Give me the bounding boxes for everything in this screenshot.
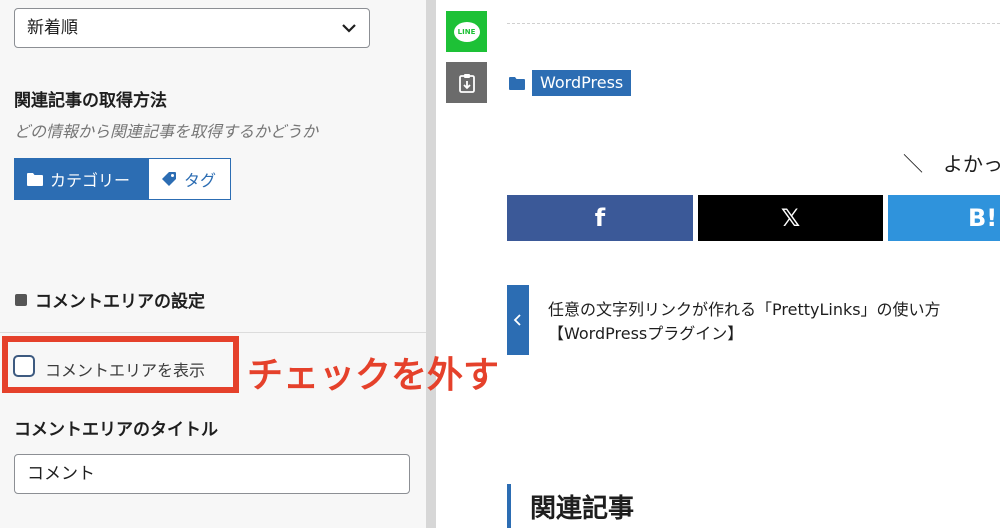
comment-settings-header[interactable]: コメントエリアの設定: [0, 265, 426, 332]
sort-order-select[interactable]: 新着順: [14, 8, 370, 48]
square-icon: [15, 294, 27, 306]
related-fetch-button-group: カテゴリー タグ: [14, 158, 231, 200]
annotation-text: チェックを外す: [247, 355, 500, 396]
tag-option-button[interactable]: タグ: [149, 158, 231, 200]
category-option-label: カテゴリー: [50, 171, 131, 190]
divider: [507, 23, 1000, 24]
related-fetch-label: 関連記事の取得方法: [14, 91, 167, 111]
comment-title-label: コメントエリアのタイトル: [14, 420, 218, 440]
category-option-button[interactable]: カテゴリー: [14, 158, 149, 200]
comment-title-value: コメント: [27, 464, 95, 484]
line-icon: LINE: [453, 21, 480, 42]
prev-post-link[interactable]: 任意の文字列リンクが作れる「PrettyLinks」の使い方 【WordPres…: [548, 298, 988, 346]
line-share-button[interactable]: LINE: [446, 11, 487, 52]
related-heading-bar: [507, 484, 511, 528]
comment-settings-title: コメントエリアの設定: [35, 292, 205, 312]
chevron-down-icon: [342, 24, 356, 33]
annotation-highlight-box: [2, 336, 239, 393]
save-button[interactable]: [446, 62, 487, 103]
related-fetch-description: どの情報から関連記事を取得するかどうか: [14, 122, 319, 141]
chevron-left-icon: [513, 314, 521, 326]
facebook-icon: f: [594, 204, 606, 232]
hatena-share-button[interactable]: B!: [888, 195, 1000, 241]
x-icon: 𝕏: [780, 204, 801, 232]
prev-post-button[interactable]: [507, 285, 529, 355]
related-posts-heading: 関連記事: [530, 494, 635, 524]
comment-title-input[interactable]: コメント: [14, 454, 410, 494]
category-chip[interactable]: WordPress: [532, 70, 632, 96]
prev-post-title-line1: 任意の文字列リンクが作れる「PrettyLinks」の使い方: [548, 300, 941, 319]
settings-panel: 新着順 関連記事の取得方法 どの情報から関連記事を取得するかどうか カテゴリー …: [0, 0, 426, 528]
line-icon-text: LINE: [457, 27, 476, 36]
facebook-share-button[interactable]: f: [507, 195, 693, 241]
x-share-button[interactable]: 𝕏: [698, 195, 883, 241]
panel-splitter[interactable]: [426, 0, 436, 528]
divider: [0, 332, 426, 333]
folder-icon: [27, 173, 43, 186]
prev-post-title-line2: 【WordPressプラグイン】: [548, 324, 744, 343]
save-icon: [458, 73, 475, 93]
share-heading: ＼ よかっ: [903, 152, 1000, 176]
tag-icon: [162, 172, 176, 186]
tag-option-label: タグ: [184, 171, 217, 190]
sort-order-value: 新着順: [27, 18, 78, 38]
folder-icon: [509, 77, 525, 90]
hatena-icon: B!: [968, 204, 998, 232]
